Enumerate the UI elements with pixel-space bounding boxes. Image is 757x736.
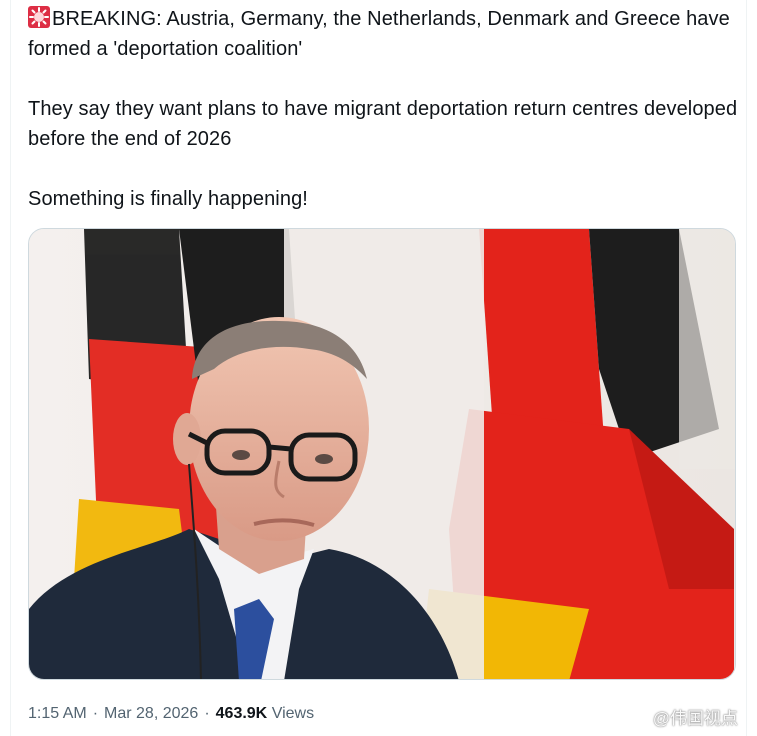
tweet-line-plans: They say they want plans to have migrant…: [28, 98, 738, 150]
tweet-date[interactable]: Mar 28, 2026: [104, 705, 198, 722]
views-label: Views: [271, 705, 315, 722]
police-car-light-icon: [28, 6, 50, 28]
weibo-watermark: @伟国视点: [624, 704, 738, 729]
photo-man-with-german-flags: [29, 229, 735, 679]
tweet-meta: 1:15 AM · Mar 28, 2026 · 463.9K Views: [28, 703, 314, 725]
tweet-breaking-text: BREAKING: Austria, Germany, the Netherla…: [28, 8, 730, 60]
weibo-logo-icon: [624, 706, 649, 727]
tweet-line-happening: Something is finally happening!: [28, 188, 308, 210]
tweet-card: BREAKING: Austria, Germany, the Netherla…: [10, 0, 747, 736]
tweet-line-breaking: BREAKING: Austria, Germany, the Netherla…: [28, 4, 738, 64]
tweet-text: BREAKING: Austria, Germany, the Netherla…: [28, 4, 738, 214]
views-count: 463.9K: [215, 705, 268, 722]
watermark-text: @伟国视点: [652, 709, 738, 728]
separator-dot: ·: [92, 705, 99, 722]
tweet-time[interactable]: 1:15 AM: [28, 705, 87, 722]
separator-dot: ·: [204, 705, 210, 722]
tweet-media-photo[interactable]: [28, 228, 736, 680]
